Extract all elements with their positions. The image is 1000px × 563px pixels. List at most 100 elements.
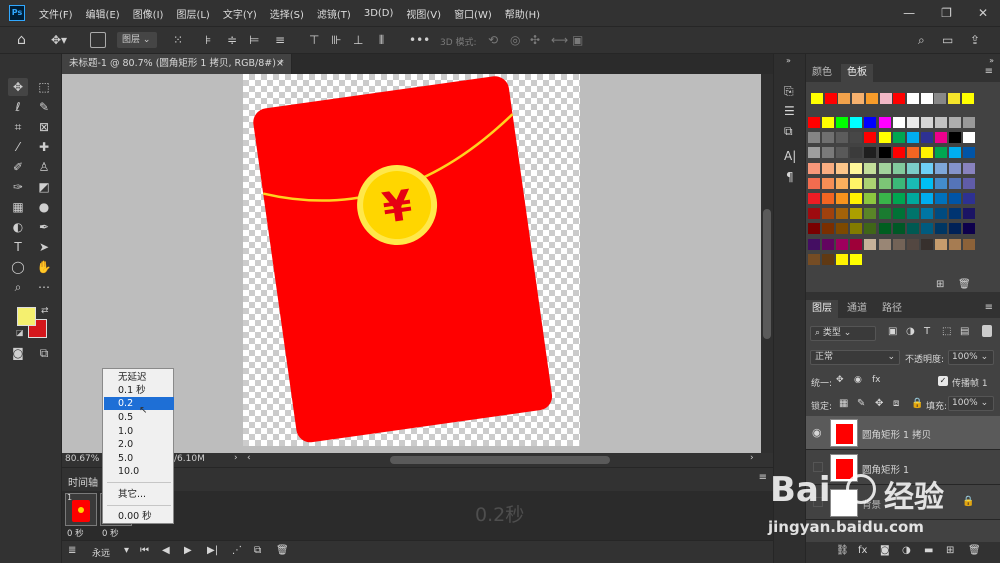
swatches-menu-icon[interactable]: ≡ (985, 66, 993, 77)
play-icon[interactable]: ▶ (184, 545, 192, 556)
scroll-right-icon[interactable]: › (750, 453, 754, 463)
swatch[interactable] (850, 132, 863, 144)
swatch[interactable] (892, 162, 905, 174)
swatch[interactable] (836, 177, 849, 189)
swatch[interactable] (822, 223, 835, 235)
healing-brush-icon[interactable]: ✚ (34, 138, 54, 156)
next-frame-icon[interactable]: ▶| (207, 545, 218, 556)
swatch[interactable] (934, 177, 947, 189)
swatch[interactable] (920, 147, 933, 159)
swatch[interactable] (906, 177, 919, 189)
more-options-icon[interactable]: ••• (409, 33, 430, 47)
frame-tool-icon[interactable]: ⊠ (34, 118, 54, 136)
foreground-color-swatch[interactable] (17, 307, 36, 326)
lock-position-icon[interactable]: ✥ (875, 398, 883, 409)
swatch[interactable] (864, 238, 877, 250)
link-layers-icon[interactable]: ⛓ (836, 545, 849, 556)
swatch[interactable] (850, 223, 863, 235)
swatch[interactable] (892, 238, 905, 250)
scroll-left-icon[interactable]: ‹ (247, 453, 251, 463)
swatch[interactable] (906, 147, 919, 159)
previous-frame-icon[interactable]: ◀ (162, 545, 170, 556)
filter-pixel-icon[interactable]: ▣ (888, 326, 897, 337)
swatch[interactable] (850, 208, 863, 220)
delay-option-current[interactable]: 0.00 秒 (104, 510, 174, 523)
frame-2-delay[interactable]: 0 秒 (102, 527, 119, 539)
menu-type[interactable]: 文字(Y) (223, 6, 257, 21)
swatch[interactable] (963, 238, 976, 250)
more-tools-icon[interactable]: ⋯ (34, 278, 54, 296)
clone-stamp-icon[interactable]: ♙ (34, 158, 54, 176)
swatch[interactable] (878, 177, 891, 189)
recent-swatch[interactable] (906, 93, 919, 104)
delay-option-5-0[interactable]: 5.0 (104, 452, 174, 465)
tab-channels[interactable]: 通道 (841, 300, 873, 318)
swatch[interactable] (949, 117, 961, 128)
swatch[interactable] (822, 177, 835, 189)
status-menu-chevron-icon[interactable]: › (234, 453, 238, 463)
properties-panel-icon[interactable]: ☰ (784, 104, 795, 118)
swatch[interactable] (822, 238, 835, 250)
swatch[interactable] (963, 132, 976, 144)
menu-edit[interactable]: 编辑(E) (86, 6, 120, 21)
swatch[interactable] (949, 147, 961, 159)
layer-style-icon[interactable]: fx (858, 545, 867, 556)
swatch[interactable] (906, 223, 919, 235)
swatch[interactable] (878, 238, 891, 250)
swatch[interactable] (963, 147, 976, 159)
menu-filter[interactable]: 滤镜(T) (317, 6, 351, 21)
brush-tool-icon[interactable]: ✐ (8, 158, 28, 176)
marquee-tool-icon[interactable]: ⬚ (34, 78, 54, 96)
home-icon[interactable]: ⌂ (17, 32, 26, 48)
delay-option-2-0[interactable]: 2.0 (104, 438, 174, 451)
recent-swatch[interactable] (852, 93, 865, 104)
unify-position-icon[interactable]: ✥ (836, 375, 844, 385)
swatch[interactable] (850, 162, 863, 174)
swatch[interactable] (920, 132, 933, 144)
swatch[interactable] (836, 162, 849, 174)
opacity-input[interactable]: 100% ⌄ (948, 350, 994, 365)
collapse-panels-icon[interactable]: » (786, 56, 791, 65)
swatch[interactable] (808, 238, 820, 250)
swatch[interactable] (906, 193, 919, 204)
swatch[interactable] (906, 238, 919, 250)
eraser-tool-icon[interactable]: ◩ (34, 178, 54, 196)
recent-swatch[interactable] (824, 93, 837, 104)
swatch[interactable] (808, 132, 820, 144)
swatch[interactable] (836, 238, 849, 250)
filter-type-icon[interactable]: T (924, 326, 930, 337)
swatch[interactable] (878, 117, 891, 128)
swatch[interactable] (822, 193, 835, 204)
swatch[interactable] (836, 208, 849, 220)
swatch[interactable] (949, 223, 961, 235)
tab-color[interactable]: 颜色 (806, 64, 838, 82)
unify-style-icon[interactable]: fx (872, 375, 881, 385)
swatch[interactable] (934, 223, 947, 235)
swatch[interactable] (864, 223, 877, 235)
menu-image[interactable]: 图像(I) (133, 6, 164, 21)
swatch[interactable] (906, 208, 919, 220)
crop-tool-icon[interactable]: ⌗ (8, 118, 28, 136)
tab-close-icon[interactable]: × (276, 54, 284, 74)
align-middle-icon[interactable]: ⊪ (331, 33, 341, 47)
recent-swatch[interactable] (961, 93, 974, 104)
swatch[interactable] (892, 208, 905, 220)
search-icon[interactable]: ⌕ (918, 33, 925, 48)
layers-menu-icon[interactable]: ≡ (985, 302, 993, 313)
new-layer-icon[interactable]: ⊞ (946, 545, 954, 556)
swatch[interactable] (864, 147, 877, 159)
menu-file[interactable]: 文件(F) (39, 6, 73, 21)
convert-timeline-icon[interactable]: ≣ (68, 545, 76, 556)
swatch[interactable] (949, 177, 961, 189)
workspace-icon[interactable]: ▭ (942, 33, 953, 47)
gradient-tool-icon[interactable]: ▦ (8, 198, 28, 216)
recent-swatch[interactable] (893, 93, 906, 104)
menu-view[interactable]: 视图(V) (406, 6, 441, 21)
swatch[interactable] (963, 193, 976, 204)
menu-window[interactable]: 窗口(W) (454, 6, 492, 21)
layer-filter-dropdown[interactable]: ⌕ 类型 ⌄ (810, 326, 876, 341)
distribute-vertical-icon[interactable]: ⫴ (379, 33, 384, 48)
swatch[interactable] (934, 162, 947, 174)
minimize-icon[interactable]: — (903, 6, 915, 20)
align-bottom-icon[interactable]: ⊥ (353, 33, 363, 47)
